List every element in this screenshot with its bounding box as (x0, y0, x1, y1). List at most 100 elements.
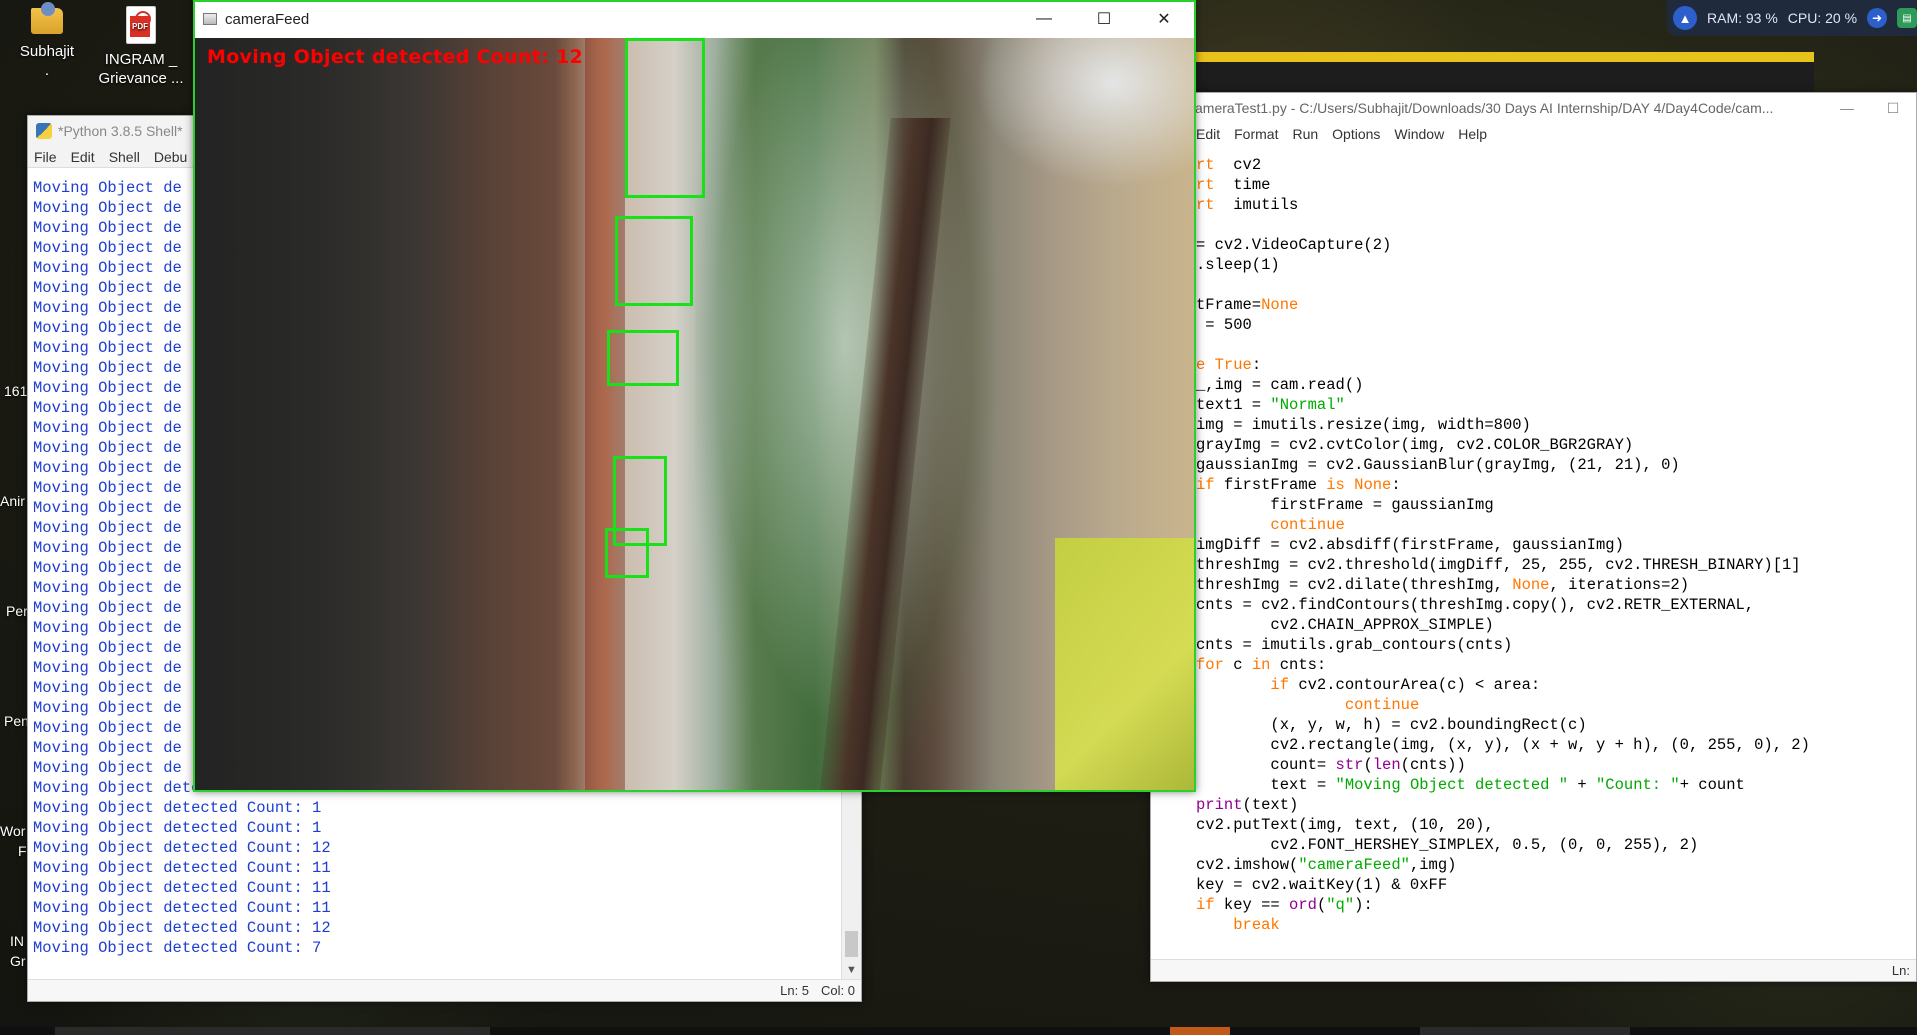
camfeed-titlebar[interactable]: cameraFeed — ☐ ✕ (195, 2, 1194, 36)
menu-edit[interactable]: Edit (1196, 126, 1220, 142)
taskbar-item[interactable] (55, 1027, 490, 1035)
code-line: (x, y, w, h) = cv2.boundingRect(c) (1196, 715, 1916, 735)
code-token: key = cv2.waitKey(1) & 0xFF (1196, 876, 1448, 894)
minimize-icon[interactable]: — (1014, 2, 1074, 36)
code-line: = cv2.VideoCapture(2) (1196, 235, 1916, 255)
code-token: .sleep(1) (1196, 256, 1280, 274)
desktop-icon-fragment[interactable]: Pen (4, 713, 29, 729)
code-token: rt (1196, 156, 1215, 174)
code-token: time (1214, 176, 1271, 194)
code-token: cv2.rectangle(img, (x, y), (x + w, y + h… (1196, 736, 1810, 754)
detection-box (615, 216, 693, 306)
code-token: grayImg = cv2.cvtColor(img, cv2.COLOR_BG… (1196, 436, 1634, 454)
desktop-icon-fragment[interactable]: Per (6, 603, 28, 619)
code-line: gaussianImg = cv2.GaussianBlur(grayImg, … (1196, 455, 1916, 475)
code-line: cnts = cv2.findContours(threshImg.copy()… (1196, 595, 1916, 615)
code-line: if cv2.contourArea(c) < area: (1196, 675, 1916, 695)
code-token: threshImg = cv2.dilate(threshImg, (1196, 576, 1513, 594)
code-token: e True (1196, 356, 1252, 374)
system-monitor-widget[interactable]: ▲ RAM: 93 % CPU: 20 % ➜ ▤ (1667, 0, 1917, 36)
camera-feed-window[interactable]: cameraFeed — ☐ ✕ Moving Object detected … (193, 0, 1196, 792)
scrollbar-thumb[interactable] (845, 931, 858, 957)
code-line: rt time (1196, 175, 1916, 195)
frame-wall-region (585, 38, 625, 790)
code-line: tFrame=None (1196, 295, 1916, 315)
code-line: rt imutils (1196, 195, 1916, 215)
code-token: is (1326, 476, 1345, 494)
code-token: cv2.CHAIN_APPROX_SIMPLE) (1196, 616, 1494, 634)
camfeed-window-controls: — ☐ ✕ (1014, 2, 1194, 32)
code-token: : (1391, 476, 1401, 494)
desktop-icon-fragment[interactable]: IN (10, 933, 24, 949)
editor-titlebar[interactable]: ameraTest1.py - C:/Users/Subhajit/Downlo… (1151, 93, 1916, 123)
shell-output-line: Moving Object detected Count: 7 (33, 939, 322, 957)
code-token: "Count: " (1595, 776, 1680, 794)
code-token: cv2 (1214, 156, 1262, 174)
close-icon[interactable]: ✕ (1134, 2, 1194, 36)
menu-options[interactable]: Options (1332, 126, 1380, 142)
menu-run[interactable]: Run (1292, 126, 1318, 142)
editor-window-controls: — ☐ (1824, 93, 1916, 123)
code-token: None (1354, 476, 1392, 494)
editor-statusbar: Ln: (1151, 959, 1916, 981)
menu-window[interactable]: Window (1394, 126, 1444, 142)
code-token: = cv2.VideoCapture(2) (1196, 236, 1392, 254)
frame-yellow-panel (1055, 538, 1194, 790)
code-token: cv2.contourArea(c) < area: (1289, 676, 1541, 694)
shell-statusbar: Ln: 5 Col: 0 (28, 979, 861, 1001)
code-line: break (1196, 915, 1916, 935)
menu-file[interactable]: File (34, 149, 57, 165)
code-line: print(text) (1196, 795, 1916, 815)
folder-icon (31, 2, 63, 34)
app-window-icon (203, 13, 217, 25)
maximize-icon[interactable]: ☐ (1870, 93, 1916, 123)
detection-box (625, 38, 705, 198)
code-line: img = imutils.resize(img, width=800) (1196, 415, 1916, 435)
code-token: continue (1344, 696, 1420, 714)
app-icon[interactable]: ▤ (1897, 8, 1917, 28)
arrow-right-icon[interactable]: ➜ (1867, 8, 1888, 28)
rocket-icon[interactable]: ▲ (1673, 6, 1697, 30)
desktop-icon-user-folder[interactable]: Subhajit . (12, 2, 82, 80)
status-line: Ln: (1891, 963, 1910, 978)
code-line: = 500 (1196, 315, 1916, 335)
minimize-icon[interactable]: — (1824, 93, 1870, 123)
desktop-icon-fragment[interactable]: F (18, 843, 27, 859)
desktop-icon-fragment[interactable]: 161 (4, 383, 27, 399)
shell-output-line: Moving Object detected Count: 1 (33, 799, 322, 817)
code-token: : (1251, 356, 1262, 374)
taskbar-item[interactable] (1420, 1027, 1630, 1035)
desktop-icon-fragment[interactable]: Gr (10, 953, 26, 969)
code-token: if (1270, 676, 1290, 694)
code-token: None (1261, 296, 1299, 314)
desktop-icon-fragment[interactable]: Wor (0, 823, 25, 839)
scroll-down-icon[interactable]: ▼ (842, 964, 861, 976)
code-editor[interactable]: rt cv2 rt time rt imutils = cv2.VideoCaptu… (1151, 155, 1916, 959)
code-token: cv2.imshow( (1196, 856, 1299, 874)
menu-debug[interactable]: Debu (154, 149, 187, 165)
detection-box (607, 330, 679, 386)
code-token: break (1233, 916, 1280, 934)
menu-edit[interactable]: Edit (71, 149, 95, 165)
code-token: if (1196, 896, 1215, 914)
code-token: "Moving Object detected " (1335, 776, 1569, 794)
code-line: cv2.rectangle(img, (x, y), (x + w, y + h… (1196, 735, 1916, 755)
maximize-icon[interactable]: ☐ (1074, 2, 1134, 36)
menu-shell[interactable]: Shell (109, 149, 140, 165)
menu-help[interactable]: Help (1458, 126, 1487, 142)
taskbar-item[interactable] (1170, 1027, 1230, 1035)
desktop-icon-label-2: . (44, 62, 50, 79)
code-token: for (1196, 656, 1224, 674)
code-token: + (1568, 776, 1596, 794)
editor-window[interactable]: ameraTest1.py - C:/Users/Subhajit/Downlo… (1150, 92, 1917, 982)
code-token: imutils (1214, 196, 1299, 214)
camfeed-title: cameraFeed (225, 10, 310, 28)
code-token: None (1512, 576, 1550, 594)
menu-format[interactable]: Format (1234, 126, 1278, 142)
desktop-icon-fragment[interactable]: Anir (0, 493, 25, 509)
desktop-icon-pdf[interactable]: INGRAM _ Grievance ... (96, 6, 186, 88)
